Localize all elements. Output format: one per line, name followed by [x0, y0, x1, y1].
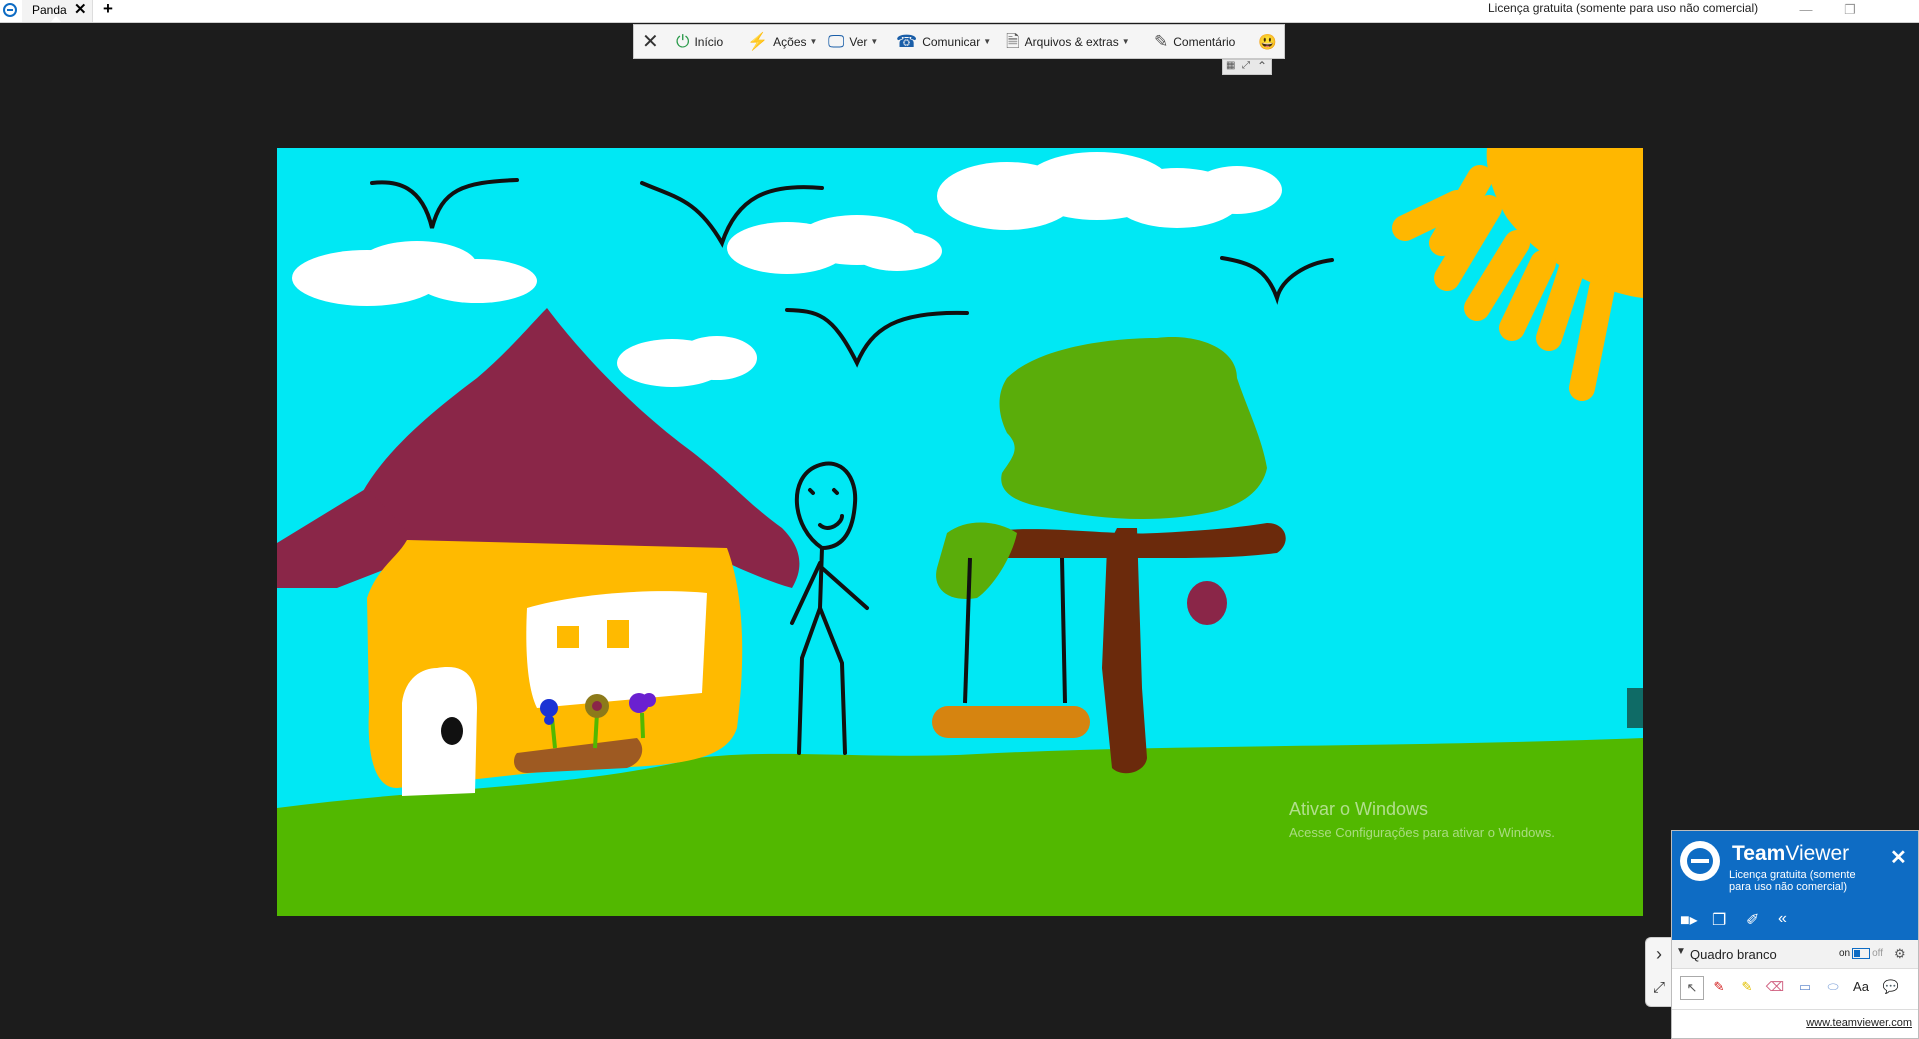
- eraser-tool-icon[interactable]: ⌫: [1764, 976, 1786, 998]
- restore-button[interactable]: ❐: [1827, 0, 1873, 22]
- chevron-right-icon[interactable]: ›: [1646, 944, 1672, 965]
- speech-bubble-tool-icon[interactable]: 💬: [1880, 976, 1902, 998]
- teamviewer-app-icon: [3, 3, 17, 17]
- tv-close-icon[interactable]: ✕: [1890, 845, 1907, 870]
- chevron-down-icon: ▼: [1121, 37, 1130, 46]
- chevron-down-icon[interactable]: ▼: [1676, 946, 1686, 957]
- fruit: [1187, 581, 1227, 625]
- expand-icon[interactable]: ⤢: [1646, 979, 1672, 996]
- tree-leaves: [999, 337, 1267, 520]
- highlighter-tool-icon[interactable]: ✎: [1736, 976, 1758, 998]
- tv-license-text: Licença gratuita (somente para uso não c…: [1729, 869, 1856, 893]
- copy-icon[interactable]: ❐: [1712, 910, 1726, 930]
- teamviewer-website-link[interactable]: www.teamviewer.com: [1806, 1017, 1912, 1029]
- ellipse-tool-icon[interactable]: ⬭: [1822, 976, 1844, 998]
- title-bar: Panda ✕ + Licença gratuita (somente para…: [0, 0, 1919, 23]
- whiteboard-label: Quadro branco: [1690, 947, 1777, 962]
- toolbar-ver-label: Ver: [849, 34, 868, 49]
- smiley-icon: 😃: [1258, 33, 1277, 51]
- tree-leaves-left: [936, 522, 1017, 599]
- toolbar-acoes-label: Ações: [773, 34, 807, 49]
- grid-icon[interactable]: ▦: [1226, 60, 1235, 71]
- toolbar-mini-controls: ▦ ⤢ ⌃: [1222, 59, 1272, 75]
- activation-watermark-subtitle: Acesse Configurações para ativar o Windo…: [1289, 825, 1555, 840]
- close-tab-icon[interactable]: ✕: [74, 1, 87, 19]
- session-tab[interactable]: Panda ✕: [22, 0, 93, 22]
- monitor-icon: 🖵: [828, 32, 845, 51]
- tab-active-indicator: [51, 16, 61, 22]
- toolbar-comunicar-button[interactable]: ☎ Comunicar ▼: [896, 25, 991, 58]
- tv-footer: www.teamviewer.com: [1672, 1009, 1918, 1039]
- house-door: [402, 667, 477, 796]
- pen-tool-icon[interactable]: ✎: [1708, 976, 1730, 998]
- toolbar-inicio-button[interactable]: ⏻ Início: [676, 25, 723, 58]
- activation-watermark-title: Ativar o Windows: [1289, 799, 1429, 819]
- toolbar-inicio-label: Início: [694, 34, 724, 49]
- edit-icon: ✎: [1154, 32, 1169, 51]
- collapse-icon[interactable]: «: [1778, 910, 1787, 928]
- remote-window-fragment: [1627, 688, 1643, 728]
- new-tab-button[interactable]: +: [103, 0, 113, 19]
- whiteboard-tools: ↖ ✎ ✎ ⌫ ▭ ⬭ Aa 💬: [1672, 968, 1918, 1008]
- phone-icon: ☎: [896, 32, 918, 51]
- toolbar-arquivos-label: Arquivos & extras: [1024, 34, 1119, 49]
- smiley-button[interactable]: 😃: [1258, 25, 1277, 58]
- lightning-icon: ⚡: [747, 32, 769, 51]
- door-knob: [441, 717, 463, 745]
- end-session-button[interactable]: ✕: [642, 25, 659, 58]
- fullscreen-icon[interactable]: ⤢: [1242, 60, 1250, 71]
- toolbar-acoes-button[interactable]: ⚡ Ações ▼: [747, 25, 817, 58]
- session-toolbar: ✕ ⏻ Início ⚡ Ações ▼ 🖵 Ver ▼ ☎ Comunicar…: [633, 24, 1285, 59]
- chevron-down-icon: ▼: [983, 37, 992, 46]
- gear-icon[interactable]: ⚙: [1894, 946, 1906, 962]
- toolbar-arquivos-button[interactable]: 🗎 Arquivos & extras ▼: [1006, 25, 1130, 58]
- toolbar-comentario-button[interactable]: ✎ Comentário: [1154, 25, 1235, 58]
- toolbar-comunicar-label: Comunicar: [922, 34, 981, 49]
- text-tool-icon[interactable]: Aa: [1850, 976, 1872, 998]
- teamviewer-panel: TeamViewer Licença gratuita (somente par…: [1671, 830, 1919, 1039]
- tab-label: Panda: [32, 3, 67, 17]
- tv-header: TeamViewer Licença gratuita (somente par…: [1672, 831, 1918, 940]
- file-icon: 🗎: [1006, 32, 1020, 51]
- stick-figure: [790, 461, 869, 755]
- pointer-tool-icon[interactable]: ↖: [1680, 976, 1704, 1000]
- whiteboard-section[interactable]: ▼ Quadro branco on off ⚙: [1672, 940, 1918, 969]
- whiteboard-toggle[interactable]: on off: [1839, 948, 1883, 959]
- side-panel-toggle[interactable]: › ⤢: [1645, 937, 1672, 1007]
- house-window: [526, 591, 707, 708]
- tree-trunk: [1102, 528, 1147, 774]
- tv-brand-name: TeamViewer: [1732, 842, 1850, 865]
- chevron-down-icon: ▼: [809, 37, 818, 46]
- toolbar-comentario-label: Comentário: [1173, 34, 1236, 49]
- chevron-up-icon[interactable]: ⌃: [1257, 59, 1267, 73]
- window-pane: [607, 620, 629, 648]
- video-icon[interactable]: ■▸: [1680, 910, 1698, 930]
- power-icon: ⏻: [676, 32, 690, 51]
- close-icon: ✕: [642, 31, 659, 53]
- chevron-down-icon: ▼: [870, 37, 879, 46]
- brush-icon[interactable]: ✐: [1746, 910, 1759, 930]
- teamviewer-logo-icon: [1680, 841, 1720, 881]
- swing-seat: [932, 706, 1090, 738]
- paint-drawing: [277, 148, 1643, 916]
- window-pane: [557, 626, 579, 648]
- minimize-button[interactable]: —: [1783, 0, 1829, 22]
- license-title: Licença gratuita (somente para uso não c…: [1488, 1, 1759, 15]
- remote-screen[interactable]: Ativar o Windows Acesse Configurações pa…: [277, 148, 1643, 916]
- toolbar-ver-button[interactable]: 🖵 Ver ▼: [828, 25, 878, 58]
- rectangle-tool-icon[interactable]: ▭: [1794, 976, 1816, 998]
